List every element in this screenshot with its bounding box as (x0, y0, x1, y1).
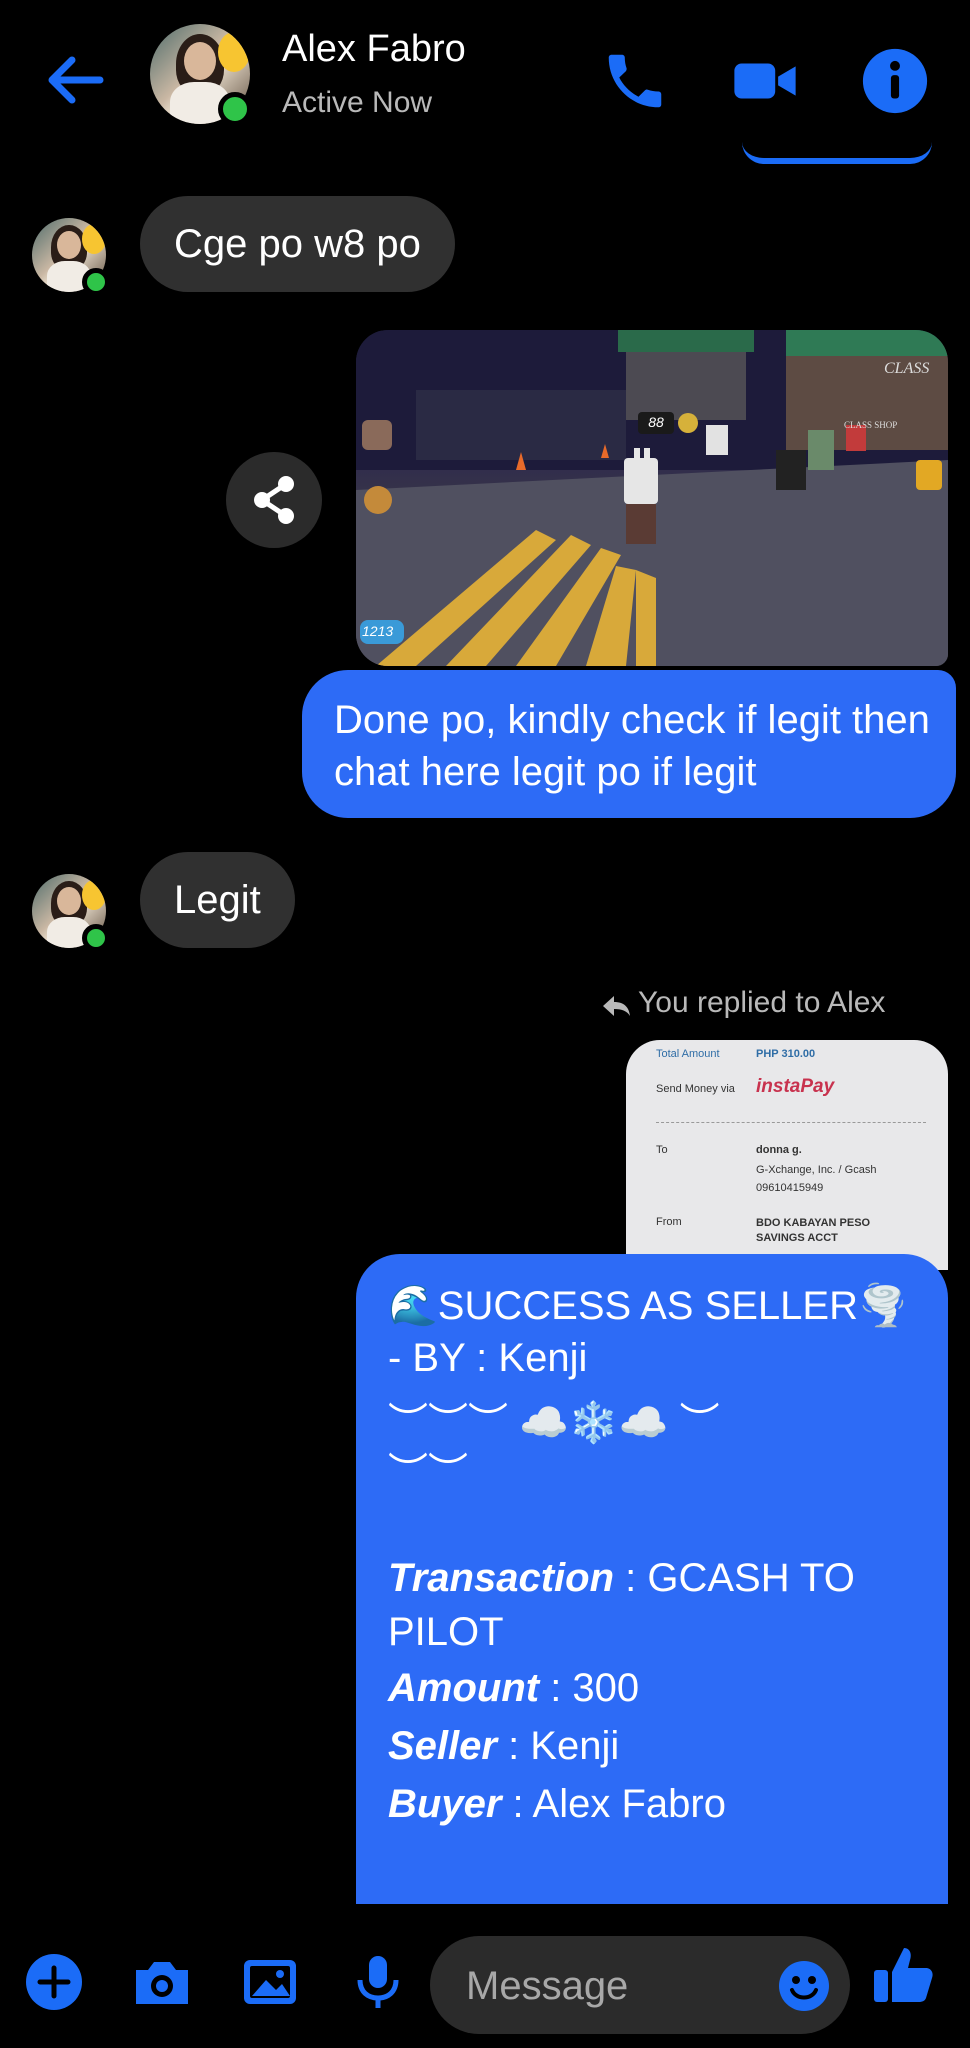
receipt-divider (656, 1122, 926, 1123)
message-text: Cge po w8 po (174, 222, 421, 266)
success-by-line: - BY : Kenji (388, 1336, 588, 1380)
incoming-message[interactable]: Cge po w8 po (140, 196, 455, 292)
more-actions-button[interactable] (22, 1950, 86, 2014)
to-number: 09610415949 (756, 1182, 824, 1194)
gallery-button[interactable] (238, 1950, 302, 2014)
buyer-line: Buyer : Alex Fabro (388, 1782, 726, 1827)
video-call-button[interactable] (730, 46, 800, 116)
voice-message-button[interactable] (346, 1950, 410, 2014)
building-sign: CLASS (884, 360, 930, 377)
message-text: Done po, kindly check if legit then chat… (334, 698, 930, 794)
message-text: Legit (174, 878, 261, 922)
total-amount-label: Total Amount (656, 1048, 720, 1060)
phone-icon (608, 54, 662, 108)
transaction-label: Transaction (388, 1556, 614, 1600)
to-provider: G-Xchange, Inc. / Gcash (756, 1164, 877, 1176)
online-indicator (218, 92, 252, 126)
online-indicator (82, 924, 110, 952)
camera-button[interactable] (130, 1950, 194, 2014)
send-money-value: instaPay (756, 1076, 835, 1097)
reply-arrow-icon (603, 996, 630, 1016)
gallery-icon (244, 1960, 296, 2004)
like-button[interactable] (868, 1940, 938, 2010)
game-screenshot-image[interactable]: 88 1213 CLASS CLASS SHOP (356, 330, 948, 666)
seller-label: Seller (388, 1724, 497, 1768)
total-amount-value: PHP 310.00 (756, 1048, 816, 1060)
contact-name[interactable]: Alex Fabro (282, 28, 466, 71)
info-button[interactable] (860, 46, 930, 116)
buyer-label: Buyer (388, 1782, 502, 1826)
scroll-indicator (742, 142, 932, 164)
amount-label: Amount (388, 1666, 540, 1710)
outgoing-message[interactable]: Done po, kindly check if legit then chat… (302, 670, 956, 818)
transaction-value-continued: PILOT (388, 1610, 504, 1654)
transaction-value: : GCASH TO (614, 1556, 855, 1600)
microphone-icon (357, 1956, 399, 2008)
shop-sign: CLASS SHOP (844, 420, 898, 430)
to-label: To (656, 1144, 668, 1156)
emoji-icon[interactable] (776, 1958, 832, 2014)
back-arrow-icon (48, 56, 104, 104)
video-camera-icon (734, 63, 796, 99)
online-indicator (82, 268, 110, 296)
voice-call-button[interactable] (600, 46, 670, 116)
from-value: BDO KABAYAN PESO SAVINGS ACCT (756, 1217, 871, 1244)
reply-label: You replied to Alex (638, 986, 886, 1019)
seller-line: Seller : Kenji (388, 1724, 619, 1769)
buyer-value: : Alex Fabro (501, 1782, 726, 1826)
success-seller-message[interactable]: 🌊SUCCESS AS SELLER🌪️ - BY : Kenji ︶︶︶ ☁️… (356, 1254, 948, 1904)
success-decoration: ︶︶ (388, 1451, 468, 1495)
plus-icon (26, 1954, 82, 2010)
thumbs-up-icon (874, 1948, 933, 2002)
seller-value: : Kenji (496, 1724, 620, 1768)
success-title: 🌊SUCCESS AS SELLER🌪️ (388, 1284, 908, 1328)
amount-value: : 300 (539, 1666, 640, 1710)
to-name: donna g. (756, 1144, 802, 1156)
amount-line: Amount : 300 (388, 1666, 639, 1711)
camera-icon (136, 1962, 188, 2004)
message-composer[interactable] (430, 1936, 850, 2034)
hud-counter: 88 (648, 414, 664, 430)
incoming-message[interactable]: Legit (140, 852, 295, 948)
active-status: Active Now (282, 86, 433, 119)
hud-coins: 1213 (362, 623, 394, 639)
back-button[interactable] (40, 50, 110, 110)
share-icon (254, 476, 294, 524)
transaction-line: Transaction : GCASH TO (388, 1556, 855, 1601)
info-icon (862, 48, 928, 114)
replied-receipt-preview[interactable]: Total Amount PHP 310.00 Send Money via i… (626, 1040, 948, 1270)
message-input[interactable] (464, 1960, 728, 2012)
send-money-label: Send Money via (656, 1083, 735, 1095)
from-label: From (656, 1216, 682, 1228)
reply-indicator: You replied to Alex (600, 986, 885, 1020)
share-button[interactable] (226, 452, 322, 548)
